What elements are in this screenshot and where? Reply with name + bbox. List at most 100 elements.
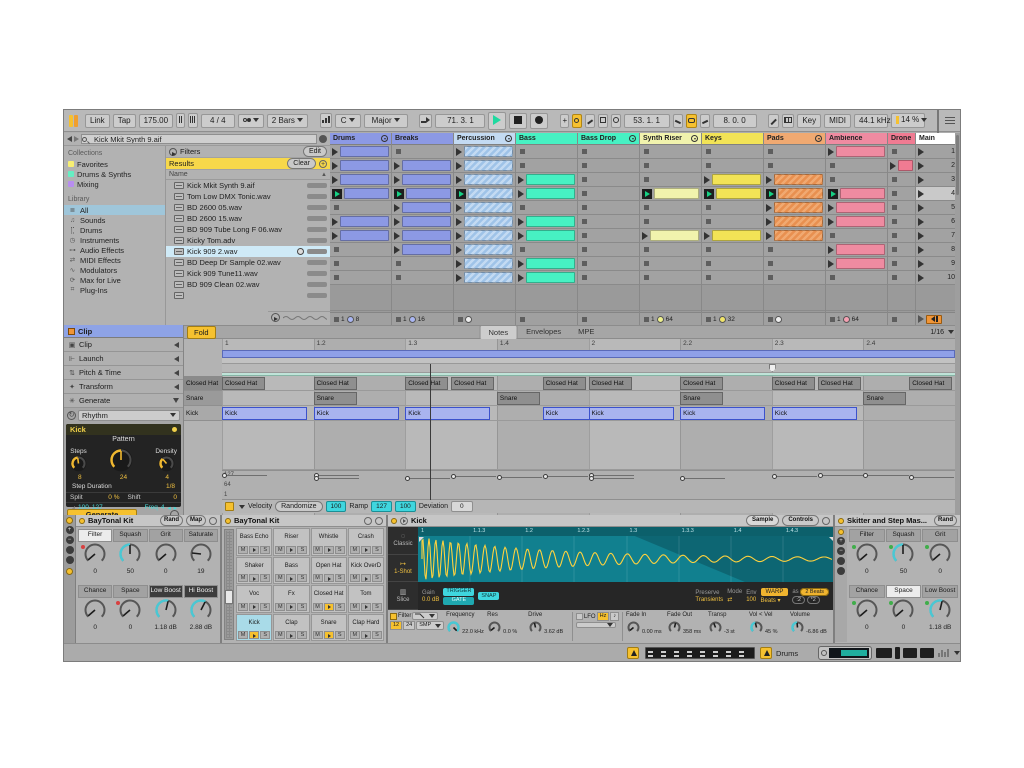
rack1-title-bar[interactable]: BayTonal Kit Rand Map: [76, 515, 220, 527]
clip-section-generate[interactable]: ✳Generate: [64, 394, 183, 408]
rack2-autoselect-icon[interactable]: [364, 517, 372, 525]
lfo-shape-menu[interactable]: [576, 622, 616, 628]
clip-bar[interactable]: [774, 174, 823, 185]
midi-note[interactable]: Closed Hat: [680, 377, 723, 390]
sidebar-item-audio-effects[interactable]: ⊶Audio Effects: [64, 245, 165, 255]
clip-panel-header[interactable]: Clip: [64, 325, 183, 338]
clip-slot[interactable]: [578, 159, 639, 173]
clip-bar[interactable]: [402, 160, 451, 171]
pad-mute-button[interactable]: M: [238, 546, 248, 554]
clip-slot[interactable]: [640, 187, 701, 201]
clip-slot[interactable]: [454, 145, 515, 159]
new-midi-button[interactable]: +: [560, 114, 569, 128]
clip-slot[interactable]: [454, 243, 515, 257]
computer-midi-keyboard-icon[interactable]: [782, 114, 794, 128]
pad-solo-button[interactable]: S: [260, 603, 270, 611]
file-row[interactable]: BD 2600 05.wav: [166, 202, 330, 213]
clip-launch-icon[interactable]: [828, 204, 834, 212]
snap-button[interactable]: SNAP: [478, 592, 499, 600]
knob-value[interactable]: 3.62 dB: [544, 629, 563, 635]
capture-midi-icon[interactable]: [598, 114, 608, 128]
warp-button[interactable]: WARP: [761, 588, 789, 596]
key-map-button[interactable]: Key: [797, 114, 821, 128]
tempo-field[interactable]: 175.00: [139, 114, 173, 128]
simpler-knob-res[interactable]: Res0.0 %: [487, 611, 528, 642]
velocity-marker[interactable]: [222, 473, 227, 478]
clip-slot[interactable]: [330, 257, 391, 271]
nudge-up-icon[interactable]: [188, 113, 198, 128]
macro-knob[interactable]: [189, 542, 213, 568]
edit-button[interactable]: Edit: [303, 146, 327, 157]
clip-slot[interactable]: [764, 243, 825, 257]
clip-slot[interactable]: [702, 257, 763, 271]
key-label-kick[interactable]: Kick: [184, 406, 222, 421]
macro-label[interactable]: Filter: [78, 529, 112, 542]
status-caret-icon[interactable]: [954, 651, 960, 655]
track-stop-icon[interactable]: [520, 317, 525, 322]
clip-bar[interactable]: [712, 230, 761, 241]
ramp-from-value[interactable]: 127: [371, 501, 392, 512]
track-stop-icon[interactable]: [644, 317, 649, 322]
clip-bar[interactable]: [774, 202, 823, 213]
scrub-area[interactable]: [222, 364, 955, 373]
pad-solo-button[interactable]: S: [260, 546, 270, 554]
show-devices-icon[interactable]: [66, 556, 74, 564]
file-row[interactable]: Kick 909 Tune11.wav: [166, 268, 330, 279]
clip-slot[interactable]: [702, 229, 763, 243]
scene-slot[interactable]: 6: [916, 215, 959, 229]
scene-launch-icon[interactable]: [918, 232, 924, 240]
clip-slot[interactable]: [454, 229, 515, 243]
simpler-knob-volume[interactable]: Volume-6.86 dB: [790, 611, 831, 642]
tab-notes[interactable]: Notes: [480, 325, 518, 340]
clip-slot[interactable]: [702, 173, 763, 187]
velocity-marker[interactable]: [497, 475, 502, 480]
pad-play-button[interactable]: [324, 546, 334, 554]
pad-mute-button[interactable]: M: [313, 603, 323, 611]
midi-note[interactable]: Closed Hat: [405, 377, 448, 390]
clip-slot[interactable]: [330, 187, 391, 201]
clip-bar[interactable]: [836, 216, 885, 227]
macro-knob[interactable]: [928, 598, 952, 624]
track-header[interactable]: Drone: [888, 133, 915, 145]
velocity-marker[interactable]: [772, 474, 777, 479]
clip-slot[interactable]: [640, 229, 701, 243]
clip-launch-icon[interactable]: [456, 162, 462, 170]
clip-bar[interactable]: [464, 258, 513, 269]
knob-dial[interactable]: [487, 620, 502, 637]
clip-bar[interactable]: [406, 188, 451, 199]
rack3-on-icon[interactable]: [838, 518, 844, 524]
filter-toggle[interactable]: [390, 613, 397, 620]
clip-slot[interactable]: [330, 173, 391, 187]
clip-slot[interactable]: [888, 215, 915, 229]
clip-bar[interactable]: [526, 188, 575, 199]
clip-slot[interactable]: [888, 243, 915, 257]
clip-slot[interactable]: [640, 173, 701, 187]
track-menu-icon[interactable]: [381, 135, 388, 142]
clip-section-clip[interactable]: ▣Clip: [64, 338, 183, 352]
velocity-marker[interactable]: [818, 473, 823, 478]
clip-slot[interactable]: [330, 271, 391, 285]
clip-slot[interactable]: [888, 257, 915, 271]
drum-pad-whistle[interactable]: WhistleMS: [311, 528, 347, 556]
velocity-marker[interactable]: [543, 474, 548, 479]
macro-knob[interactable]: [83, 598, 107, 624]
knob-value[interactable]: 22.0 kHz: [462, 629, 484, 635]
track-stop-icon[interactable]: [582, 317, 587, 322]
clip-launch-icon[interactable]: [704, 232, 710, 240]
playing-clip-icon[interactable]: [704, 189, 714, 199]
midi-grid[interactable]: 11.21.31.422.22.32.4Closed HatClosed Hat…: [222, 339, 955, 515]
clip-slot[interactable]: [392, 271, 453, 285]
file-row[interactable]: BD 2600 15.wav: [166, 213, 330, 224]
macro-value[interactable]: 50: [127, 568, 134, 576]
clip-slot[interactable]: [888, 187, 915, 201]
track-stop-icon[interactable]: [458, 317, 463, 322]
file-row[interactable]: Kick Mkit Synth 9.aif: [166, 180, 330, 191]
rack3-devices-icon[interactable]: [837, 567, 845, 575]
clip-launch-icon[interactable]: [518, 274, 524, 282]
knob-value[interactable]: 358 ms: [683, 629, 701, 635]
sidebar-item-midi-effects[interactable]: ⇄MIDI Effects: [64, 255, 165, 265]
pad-mute-button[interactable]: M: [313, 631, 323, 639]
file-row[interactable]: Kicky Tom.adv: [166, 235, 330, 246]
clip-slot[interactable]: [826, 201, 887, 215]
clip-launch-icon[interactable]: [456, 246, 462, 254]
